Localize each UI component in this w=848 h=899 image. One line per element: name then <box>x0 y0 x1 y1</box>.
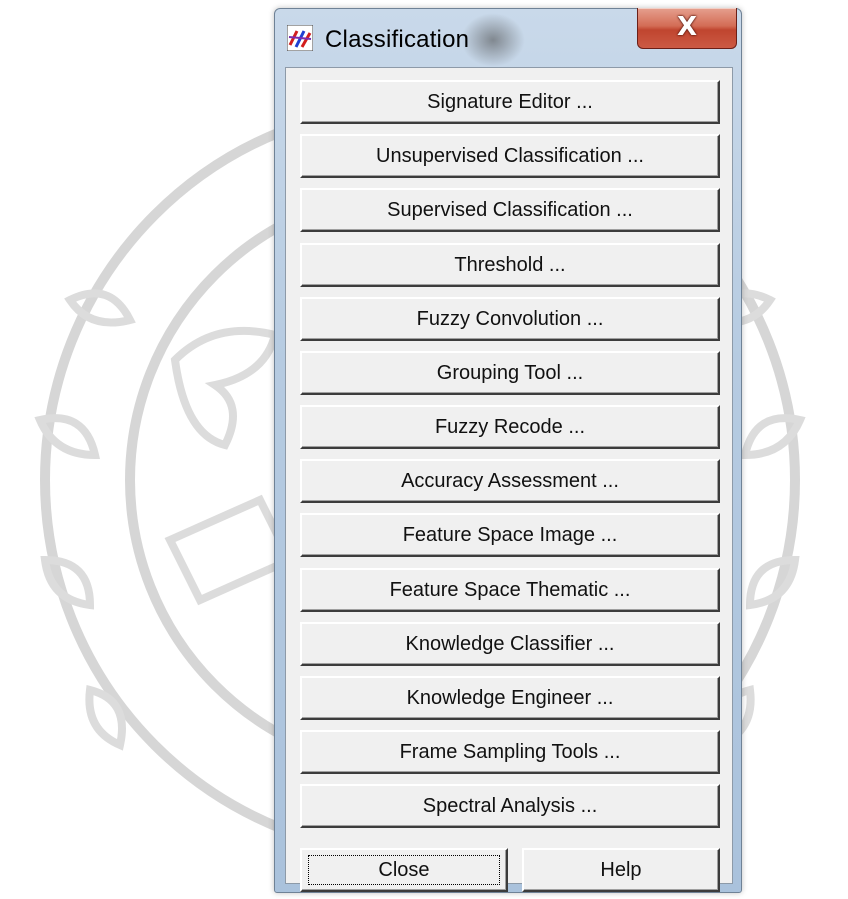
close-icon: X <box>676 12 698 42</box>
close-button[interactable]: Close <box>300 848 508 892</box>
fuzzy-recode-button[interactable]: Fuzzy Recode ... <box>300 405 720 449</box>
classification-app-icon <box>286 24 314 52</box>
focus-indicator <box>308 855 500 885</box>
classification-dialog: Classification X Signature Editor ... Un… <box>274 8 742 893</box>
fuzzy-convolution-button[interactable]: Fuzzy Convolution ... <box>300 297 720 341</box>
window-title: Classification <box>325 26 470 53</box>
spectral-analysis-button[interactable]: Spectral Analysis ... <box>300 784 720 828</box>
help-button-label: Help <box>600 858 642 881</box>
feature-space-image-button[interactable]: Feature Space Image ... <box>300 513 720 557</box>
window-close-button[interactable]: X <box>637 8 737 49</box>
threshold-button[interactable]: Threshold ... <box>300 243 720 287</box>
feature-space-thematic-button[interactable]: Feature Space Thematic ... <box>300 568 720 612</box>
supervised-classification-button[interactable]: Supervised Classification ... <box>300 188 720 232</box>
frame-sampling-tools-button[interactable]: Frame Sampling Tools ... <box>300 730 720 774</box>
help-button[interactable]: Help <box>522 848 720 892</box>
grouping-tool-button[interactable]: Grouping Tool ... <box>300 351 720 395</box>
knowledge-classifier-button[interactable]: Knowledge Classifier ... <box>300 622 720 666</box>
accuracy-assessment-button[interactable]: Accuracy Assessment ... <box>300 459 720 503</box>
knowledge-engineer-button[interactable]: Knowledge Engineer ... <box>300 676 720 720</box>
title-shadow <box>461 13 525 67</box>
unsupervised-classification-button[interactable]: Unsupervised Classification ... <box>300 134 720 178</box>
title-bar[interactable]: Classification X <box>275 8 741 67</box>
signature-editor-button[interactable]: Signature Editor ... <box>300 80 720 124</box>
dialog-body: Signature Editor ... Unsupervised Classi… <box>285 67 733 892</box>
